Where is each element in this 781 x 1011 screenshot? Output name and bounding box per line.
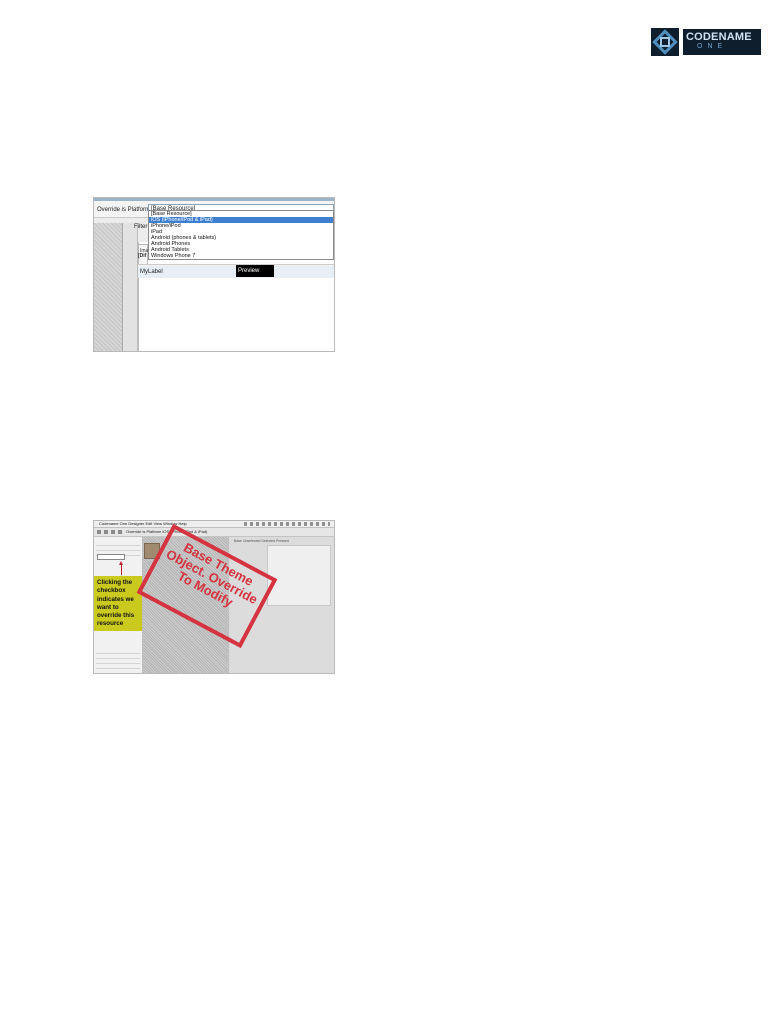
menu-bar: Codename One Designer Edit View Window H…: [94, 521, 334, 528]
preview-label: Preview: [238, 268, 260, 274]
dropdown-option[interactable]: Windows Phone 7: [149, 253, 333, 259]
callout-box: Clicking the checkbox indicates we want …: [94, 576, 142, 631]
side-column: [123, 223, 138, 351]
figure-override-dropdown: Override is Platform [Base Resource] Fil…: [93, 197, 335, 352]
preview-tooltip: Preview: [236, 265, 274, 277]
override-platform-label: Override is Platform: [97, 207, 151, 213]
system-tray-icons: [244, 522, 330, 526]
platform-dropdown-list[interactable]: [Base Resource] iOS (iPhone/iPod & iPad) i…: [148, 210, 334, 260]
arrow-head-icon: [119, 561, 123, 565]
side-tab-default-label: [Dif: [138, 253, 147, 259]
logo-word: CODENAME: [686, 31, 752, 43]
logo-wordmark: CODENAME ONE: [683, 29, 761, 55]
logo-subword: ONE: [697, 43, 728, 50]
override-checkbox[interactable]: [97, 554, 125, 560]
table-row-label: MyLabel: [140, 269, 163, 275]
style-tabs[interactable]: Base Unselected Selected Pressed: [234, 539, 330, 544]
toolbar-icons[interactable]: [97, 530, 123, 534]
style-panel: [267, 545, 331, 606]
callout-text: Clicking the checkbox indicates we want …: [97, 579, 135, 628]
logo-mark-icon: [651, 28, 679, 56]
preview-checker-panel: [94, 223, 123, 351]
codename-one-logo: CODENAME ONE: [651, 28, 761, 56]
toolbar: Override is Platform iOS (iPhone/iPod & …: [94, 528, 334, 537]
figure-override-resource: Codename One Designer Edit View Window H…: [93, 520, 335, 674]
sidebar-row[interactable]: [96, 669, 140, 673]
filter-label: Filter: [134, 224, 148, 230]
